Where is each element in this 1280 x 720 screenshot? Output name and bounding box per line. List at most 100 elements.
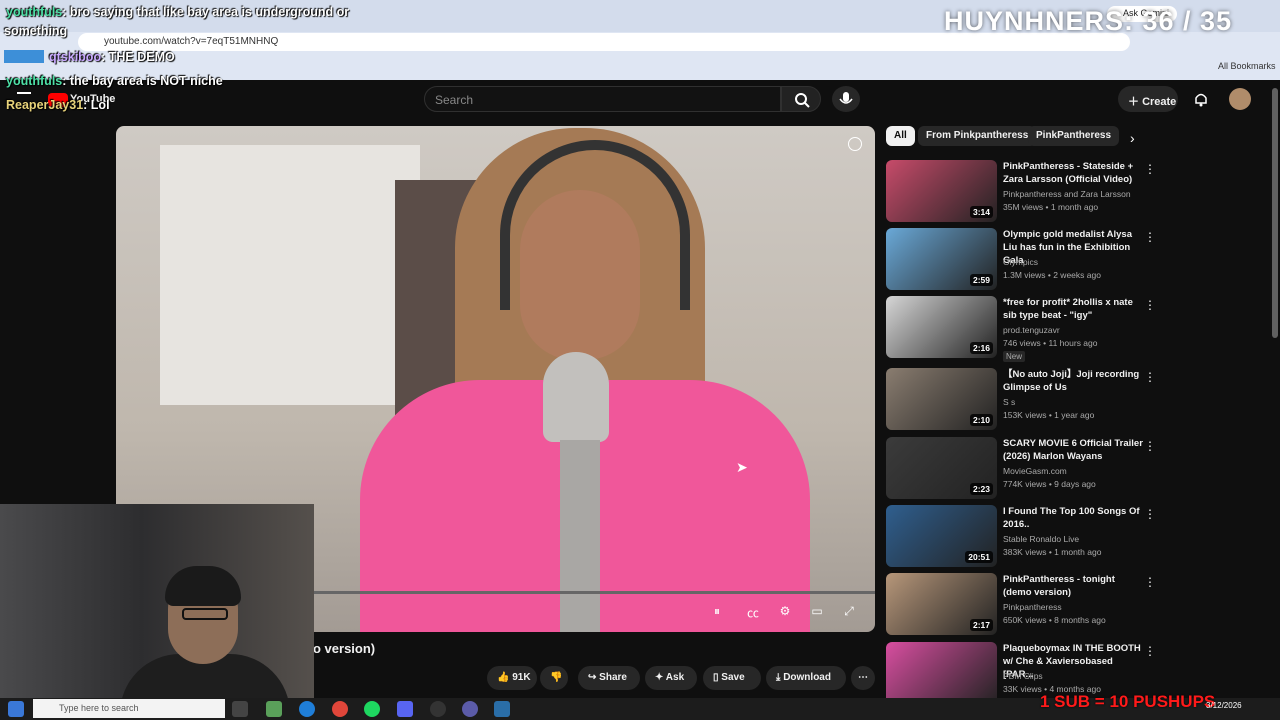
recommendation-meta: 650K views • 8 months ago — [1003, 615, 1106, 625]
ask-button[interactable]: ✦ Ask — [645, 666, 697, 690]
recommendation-title[interactable]: *free for profit* 2hollis x nate sib typ… — [1003, 296, 1143, 322]
search-input[interactable]: Search — [424, 86, 781, 112]
recommendation-channel[interactable]: Pinkpantheress — [1003, 602, 1062, 612]
chip-from-pinkpantheress[interactable]: From Pinkpantheress — [918, 126, 1037, 146]
more-actions-button[interactable]: ⋯ — [851, 666, 875, 690]
chip-all[interactable]: All — [886, 126, 915, 146]
discord-icon[interactable] — [397, 701, 413, 717]
recommendation-item[interactable]: 2:16 *free for profit* 2hollis x nate sib… — [886, 296, 1156, 362]
chat-text: : the bay area is NOT niche — [62, 74, 223, 88]
more-options-icon[interactable]: ⋮ — [1144, 370, 1156, 384]
chat-username: ReaperJay31 — [6, 98, 84, 112]
chat-message: youthfuls: the bay area is NOT niche — [6, 74, 223, 88]
recommendation-title[interactable]: PinkPantheress - tonight (demo version) — [1003, 573, 1143, 599]
recommendation-channel[interactable]: Pinkpantheress and Zara Larsson — [1003, 189, 1131, 199]
recommendation-channel[interactable]: MovieGasm.com — [1003, 466, 1067, 476]
recommendation-meta: 746 views • 11 hours ago — [1003, 338, 1098, 348]
save-label: Save — [721, 672, 745, 683]
notifications-bell-icon[interactable] — [1192, 90, 1210, 108]
more-options-icon[interactable]: ⋮ — [1144, 507, 1156, 521]
save-button[interactable]: ▯ Save — [703, 666, 761, 690]
video-thumbnail[interactable]: 2:17 — [886, 573, 997, 635]
recommendation-title[interactable]: 【No auto Joji】Joji recording Glimpse of … — [1003, 368, 1143, 394]
chat-text: something — [4, 24, 68, 38]
video-thumbnail[interactable]: 2:10 — [886, 368, 997, 430]
recommendation-channel[interactable]: Stable Ronaldo Live — [1003, 534, 1079, 544]
video-thumbnail[interactable]: 2:59 — [886, 228, 997, 290]
account-avatar[interactable] — [1229, 88, 1251, 110]
video-thumbnail[interactable]: 2:16 — [886, 296, 997, 358]
recommendation-title[interactable]: I Found The Top 100 Songs Of 2016.. — [1003, 505, 1143, 531]
video-duration: 3:14 — [969, 206, 993, 218]
share-button[interactable]: ↪ Share — [578, 666, 640, 690]
more-options-icon[interactable]: ⋮ — [1144, 575, 1156, 589]
mouse-cursor-icon: ➤ — [736, 459, 748, 475]
windows-start-icon[interactable] — [8, 701, 24, 717]
recommendation-meta: 153K views • 1 year ago — [1003, 410, 1095, 420]
taskbar-search-input[interactable]: Type here to search — [33, 699, 225, 718]
video-thumbnail[interactable]: 2:23 — [886, 437, 997, 499]
create-button[interactable]: ＋ Create — [1118, 86, 1178, 112]
recommendation-item[interactable]: 2:59 Olympic gold medalist Alysa Liu has … — [886, 228, 1156, 292]
app-icon[interactable] — [462, 701, 478, 717]
task-view-icon[interactable] — [232, 701, 248, 717]
video-thumbnail[interactable]: 3:14 — [886, 160, 997, 222]
voice-search-button[interactable] — [832, 86, 860, 112]
recommendation-item[interactable]: 2:23 SCARY MOVIE 6 Official Trailer (2026… — [886, 437, 1156, 501]
thumbs-down-icon: 👎 — [550, 672, 563, 683]
obs-icon[interactable] — [430, 701, 446, 717]
share-label: Share — [599, 672, 627, 683]
chevron-right-icon[interactable]: › — [1130, 130, 1135, 146]
video-microphone-body — [560, 440, 600, 632]
download-label: Download — [783, 672, 831, 683]
recommendation-item[interactable]: 2:10 【No auto Joji】Joji recording Glimpse… — [886, 368, 1156, 432]
recommendation-title[interactable]: PinkPantheress - Stateside + Zara Larsso… — [1003, 160, 1143, 186]
recommendation-meta: 383K views • 1 month ago — [1003, 547, 1102, 557]
pause-icon[interactable]: ⏸ — [708, 604, 726, 622]
more-options-icon[interactable]: ⋮ — [1144, 230, 1156, 244]
more-options-icon[interactable]: ⋮ — [1144, 644, 1156, 658]
recommendation-channel[interactable]: PBM Clips — [1003, 671, 1043, 681]
download-button[interactable]: ⤓ Download — [766, 666, 846, 690]
taskbar-date: 3/12/2026 — [1206, 701, 1242, 710]
video-progress-bar[interactable] — [314, 591, 875, 594]
theater-mode-icon[interactable]: ▭ — [808, 604, 826, 622]
video-microphone — [543, 352, 609, 442]
recommendation-channel[interactable]: Olympics — [1003, 257, 1038, 267]
page-scrollbar[interactable] — [1272, 88, 1278, 338]
chrome-icon[interactable] — [332, 701, 348, 717]
app-icon[interactable] — [266, 701, 282, 717]
recommendation-item[interactable]: 3:14 PinkPantheress - Stateside + Zara La… — [886, 160, 1156, 224]
chip-pinkpantheress[interactable]: PinkPantheress — [1028, 126, 1120, 146]
settings-gear-icon[interactable]: ⚙ — [776, 604, 794, 622]
menu-icon[interactable] — [17, 92, 31, 94]
recommendation-channel[interactable]: prod.tenguzavr — [1003, 325, 1060, 335]
edge-icon[interactable] — [299, 701, 315, 717]
recommendation-meta: 35M views • 1 month ago — [1003, 202, 1099, 212]
microphone-icon — [839, 92, 853, 104]
thumbs-up-icon: 👍 — [497, 672, 513, 683]
search-button[interactable] — [781, 86, 821, 112]
recommendation-item[interactable]: 20:51 I Found The Top 100 Songs Of 2016..… — [886, 505, 1156, 569]
recommendation-meta: 774K views • 9 days ago — [1003, 479, 1096, 489]
recommendation-item[interactable]: 2:17 PinkPantheress - tonight (demo versi… — [886, 573, 1156, 637]
url-text[interactable]: youtube.com/watch?v=7eqT51MNHNQ — [104, 36, 278, 47]
more-options-icon[interactable]: ⋮ — [1144, 439, 1156, 453]
info-icon[interactable] — [848, 137, 862, 151]
like-button[interactable]: 👍 91K — [487, 666, 537, 690]
dislike-button[interactable]: 👎 — [540, 666, 568, 690]
chat-message: ReaperJay31: Lol — [6, 98, 110, 112]
video-thumbnail[interactable]: 20:51 — [886, 505, 997, 567]
recommendation-channel[interactable]: S s — [1003, 397, 1015, 407]
more-options-icon[interactable]: ⋮ — [1144, 298, 1156, 312]
fullscreen-icon[interactable]: ⤢ — [840, 604, 858, 622]
wall-poster — [160, 145, 420, 405]
sparkle-icon: ✦ — [655, 672, 666, 683]
recommendation-title[interactable]: SCARY MOVIE 6 Official Trailer (2026) Ma… — [1003, 437, 1143, 463]
steam-icon[interactable] — [494, 701, 510, 717]
captions-icon[interactable]: ㏄ — [744, 604, 762, 622]
video-thumbnail[interactable] — [886, 642, 997, 704]
all-bookmarks-button[interactable]: All Bookmarks — [1218, 61, 1276, 71]
more-options-icon[interactable]: ⋮ — [1144, 162, 1156, 176]
spotify-icon[interactable] — [364, 701, 380, 717]
